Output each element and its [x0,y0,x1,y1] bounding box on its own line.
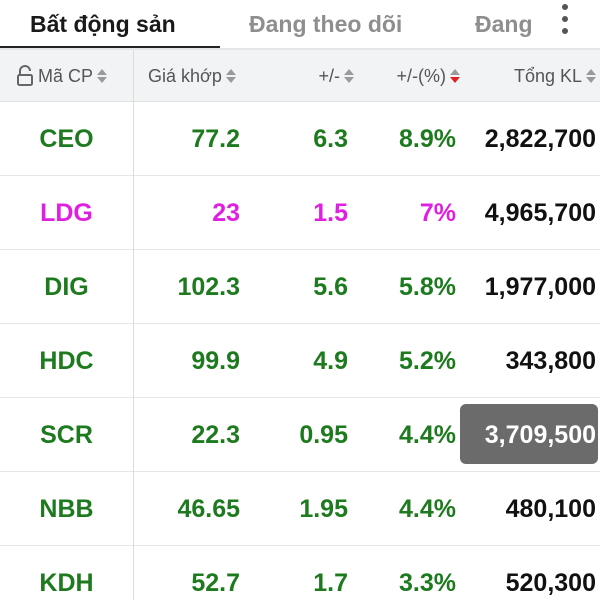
row-price: 46.65 [177,494,240,523]
sort-icon[interactable] [97,69,108,83]
sort-icon[interactable] [344,69,354,83]
tab-bat-dong-san[interactable]: Bất động sản [0,0,220,48]
row-change: 1.5 [313,198,348,227]
header-symbol[interactable]: Mã CP [0,50,134,102]
tab-bar: Bất động sản Đang theo dõi Đang [0,0,600,50]
table-row[interactable]: SCR 22.3 0.95 4.4% 3,709,500 [0,398,600,472]
table-row[interactable]: KDH 52.7 1.7 3.3% 520,300 [0,546,600,600]
header-volume[interactable]: Tổng KL [468,50,600,102]
row-change-pct: 8.9% [399,124,456,153]
tab-dang-theo-doi[interactable]: Đang theo dõi [249,0,424,48]
row-volume: 2,822,700 [484,124,596,153]
row-volume: 1,977,000 [484,272,596,301]
header-symbol-label: Mã CP [38,65,94,86]
row-volume: 480,100 [505,494,596,523]
more-options-icon[interactable] [555,0,575,38]
row-change-pct: 4.4% [399,494,456,523]
row-symbol[interactable]: DIG [0,250,134,324]
row-change-pct: 5.8% [399,272,456,301]
sort-icon[interactable] [225,69,236,83]
row-symbol[interactable]: KDH [0,546,134,600]
sort-icon[interactable] [586,69,596,83]
row-change: 5.6 [313,272,348,301]
row-symbol[interactable]: CEO [0,102,134,176]
stock-table: CEO 77.2 6.3 8.9% 2,822,700 LDG 23 1.5 7… [0,102,600,600]
table-row[interactable]: DIG 102.3 5.6 5.8% 1,977,000 [0,250,600,324]
row-price: 99.9 [191,346,240,375]
row-price: 22.3 [191,420,240,449]
row-change: 1.95 [299,494,348,523]
unlock-icon[interactable] [16,65,34,87]
row-change-pct: 7% [419,198,456,227]
table-row[interactable]: NBB 46.65 1.95 4.4% 480,100 [0,472,600,546]
row-change-pct: 4.4% [399,420,456,449]
row-change-pct: 5.2% [399,346,456,375]
table-header: Mã CP Giá khớp +/- +/-(%) Tổng KL [0,50,600,102]
row-symbol[interactable]: SCR [0,398,134,472]
row-symbol[interactable]: HDC [0,324,134,398]
header-volume-label: Tổng KL [513,65,582,86]
row-volume: 4,965,700 [484,198,596,227]
row-change: 6.3 [313,124,348,153]
header-price[interactable]: Giá khớp [134,50,254,102]
row-volume: 520,300 [505,568,596,597]
row-change-pct: 3.3% [399,568,456,597]
row-price: 102.3 [177,272,240,301]
table-row[interactable]: CEO 77.2 6.3 8.9% 2,822,700 [0,102,600,176]
table-row[interactable]: HDC 99.9 4.9 5.2% 343,800 [0,324,600,398]
table-row[interactable]: LDG 23 1.5 7% 4,965,700 [0,176,600,250]
row-price: 77.2 [191,124,240,153]
row-price: 23 [212,198,240,227]
row-change: 4.9 [313,346,348,375]
header-change-pct-label: +/-(%) [396,65,447,86]
row-volume: 3,709,500 [484,420,596,449]
header-change[interactable]: +/- [254,50,364,102]
sort-desc-active-icon[interactable] [450,69,460,83]
row-symbol[interactable]: LDG [0,176,134,250]
row-volume: 343,800 [505,346,596,375]
row-change: 0.95 [299,420,348,449]
header-change-label: +/- [318,65,340,86]
header-price-label: Giá khớp [148,65,222,86]
row-symbol[interactable]: NBB [0,472,134,546]
header-change-pct[interactable]: +/-(%) [364,50,468,102]
row-change: 1.7 [313,568,348,597]
tab-dang[interactable]: Đang [475,0,537,48]
row-price: 52.7 [191,568,240,597]
